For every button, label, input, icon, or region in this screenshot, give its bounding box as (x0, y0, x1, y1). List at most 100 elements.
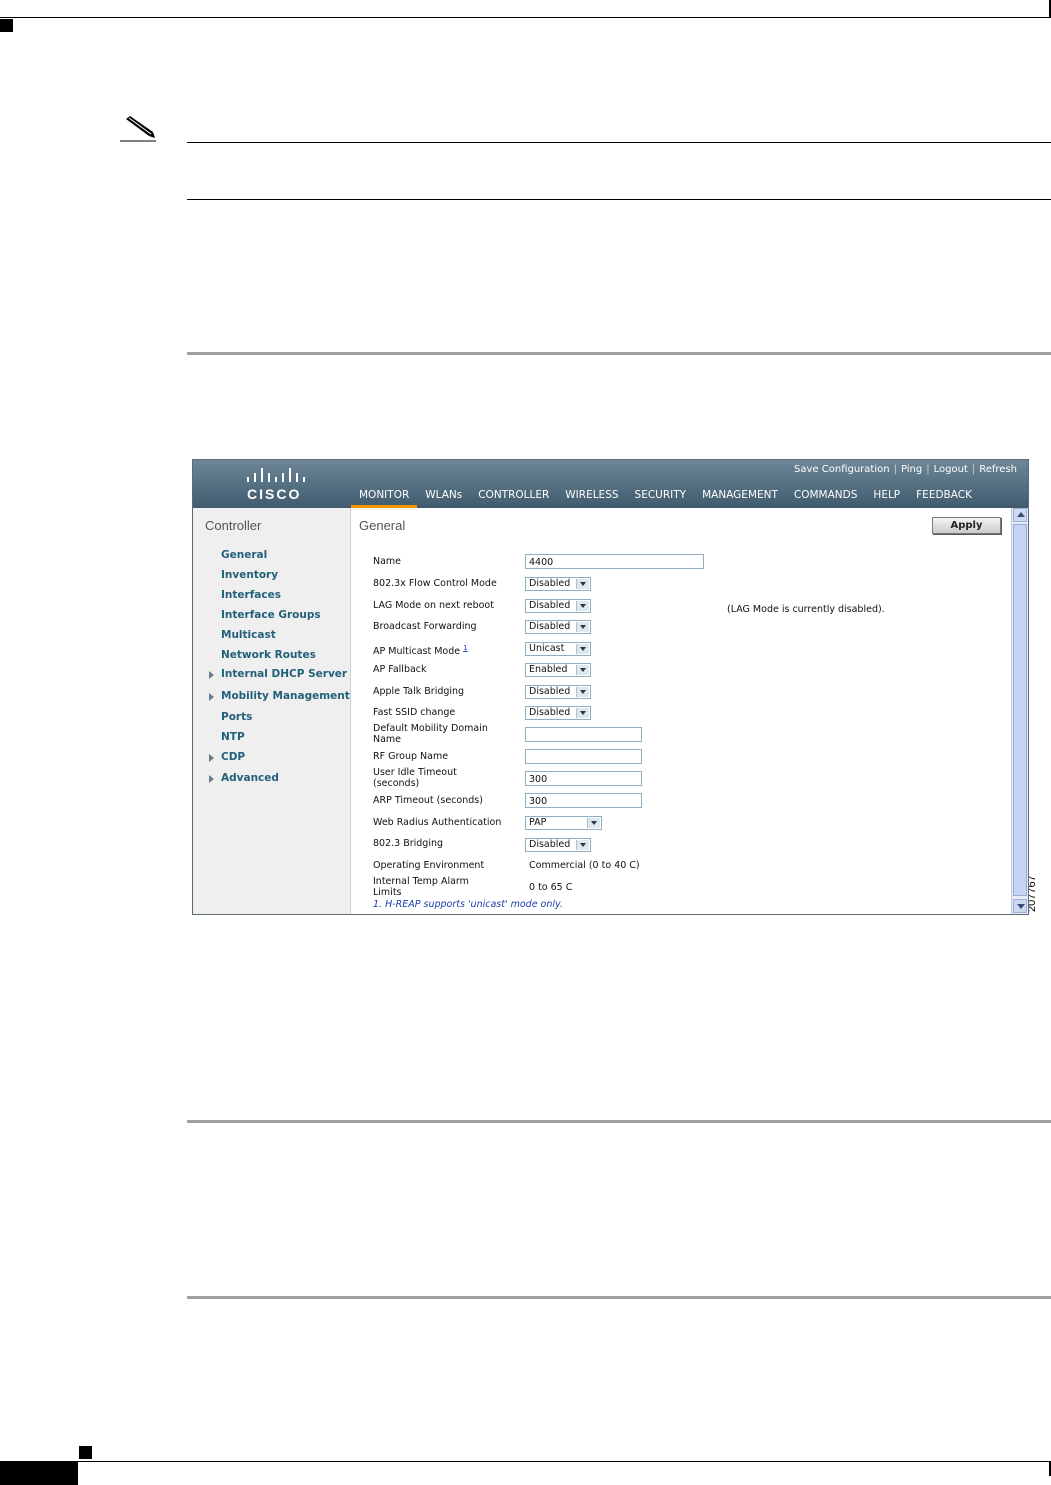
ping-link[interactable]: Ping (901, 464, 922, 475)
chevron-down-icon (576, 665, 589, 675)
sidebar-item-network-routes[interactable]: Network Routes (221, 649, 316, 661)
flow-control-select[interactable]: Disabled (525, 577, 591, 591)
apple-talk-select[interactable]: Disabled (525, 685, 591, 699)
app-header: CISCO Save Configuration | Ping | Logout | Ref… (193, 460, 1028, 508)
footnote-ref-link[interactable]: 1 (463, 644, 467, 652)
name-input[interactable]: 4400 (525, 554, 704, 569)
utility-links: Save Configuration | Ping | Logout | Refresh (794, 464, 1017, 475)
broadcast-forwarding-select[interactable]: Disabled (525, 620, 591, 634)
apply-button[interactable]: Apply (932, 517, 1001, 534)
page-corner-mark (0, 19, 13, 32)
lag-mode-select[interactable]: Disabled (525, 599, 591, 613)
operating-environment-label: Operating Environment (373, 860, 485, 871)
sidebar-title: Controller (205, 518, 262, 533)
ap-fallback-select[interactable]: Enabled (525, 663, 591, 677)
nav-controller[interactable]: CONTROLLER (470, 487, 557, 505)
chevron-down-icon (576, 601, 589, 611)
ap-multicast-select[interactable]: Unicast (525, 642, 591, 656)
sidebar: Controller General Inventory Interfaces … (193, 508, 351, 914)
lag-mode-label: LAG Mode on next reboot (373, 600, 494, 611)
page-top-rule (0, 17, 1051, 18)
idle-timeout-label: User Idle Timeout (seconds) (373, 767, 457, 789)
section-divider (187, 352, 1051, 355)
refresh-link[interactable]: Refresh (979, 464, 1017, 475)
logout-link[interactable]: Logout (934, 464, 968, 475)
sidebar-item-inventory[interactable]: Inventory (221, 569, 278, 581)
sidebar-item-mobility-management[interactable]: Mobility Management (221, 690, 350, 702)
note-bottom-rule (187, 199, 1051, 200)
expand-arrow-icon[interactable] (209, 671, 214, 679)
lag-status-note: (LAG Mode is currently disabled). (727, 604, 885, 615)
sidebar-item-general[interactable]: General (221, 549, 267, 561)
rf-group-input[interactable] (525, 749, 642, 764)
web-radius-select[interactable]: PAP (525, 816, 602, 830)
pencil-note-icon (120, 116, 156, 142)
cisco-bridge-icon (245, 468, 307, 482)
nav-feedback[interactable]: FEEDBACK (908, 487, 980, 505)
temp-alarm-label: Internal Temp Alarm Limits (373, 876, 469, 898)
mobility-domain-label: Default Mobility Domain Name (373, 723, 488, 745)
chevron-down-icon (576, 644, 589, 654)
mobility-domain-input[interactable] (525, 727, 642, 742)
section-divider (187, 1296, 1051, 1299)
rf-group-label: RF Group Name (373, 751, 449, 762)
name-label: Name (373, 556, 402, 567)
ap-multicast-label: AP Multicast Mode 1 (373, 644, 468, 658)
controller-general-screenshot: CISCO Save Configuration | Ping | Logout | Ref… (192, 459, 1029, 915)
chevron-down-icon (576, 840, 589, 850)
scroll-down-icon[interactable] (1013, 899, 1027, 913)
brand-wordmark: CISCO (247, 486, 302, 502)
scroll-up-icon[interactable] (1013, 508, 1027, 522)
operating-environment-value: Commercial (0 to 40 C) (529, 860, 640, 871)
sidebar-item-advanced[interactable]: Advanced (221, 772, 279, 784)
nav-security[interactable]: SECURITY (627, 487, 695, 505)
expand-arrow-icon[interactable] (209, 775, 214, 783)
bridging-8023-select[interactable]: Disabled (525, 838, 591, 852)
chevron-down-icon (587, 818, 600, 828)
page-title: General (359, 518, 406, 533)
expand-arrow-icon[interactable] (209, 754, 214, 762)
vertical-scrollbar[interactable] (1011, 508, 1028, 914)
sidebar-item-interfaces[interactable]: Interfaces (221, 589, 281, 601)
broadcast-forwarding-label: Broadcast Forwarding (373, 621, 477, 632)
cisco-logo: CISCO (241, 466, 311, 504)
ap-fallback-label: AP Fallback (373, 664, 427, 675)
web-radius-label: Web Radius Authentication (373, 817, 502, 828)
nav-wireless[interactable]: WIRELESS (557, 487, 626, 505)
idle-timeout-input[interactable]: 300 (525, 771, 642, 786)
nav-commands[interactable]: COMMANDS (786, 487, 866, 505)
apple-talk-label: Apple Talk Bridging (373, 686, 465, 697)
fast-ssid-select[interactable]: Disabled (525, 706, 591, 720)
page-number-block (0, 1462, 78, 1485)
sidebar-item-internal-dhcp-server[interactable]: Internal DHCP Server (221, 668, 347, 680)
chevron-down-icon (576, 687, 589, 697)
nav-wlans[interactable]: WLANs (417, 487, 470, 505)
chevron-down-icon (576, 708, 589, 718)
footnote-text: 1. H-REAP supports 'unicast' mode only. (373, 899, 563, 910)
sidebar-item-cdp[interactable]: CDP (221, 751, 245, 763)
sidebar-item-ports[interactable]: Ports (221, 711, 252, 723)
note-top-rule (187, 142, 1051, 143)
bridging-8023-label: 802.3 Bridging (373, 838, 444, 849)
chevron-down-icon (576, 622, 589, 632)
save-configuration-link[interactable]: Save Configuration (794, 464, 890, 475)
page-footer-mark (79, 1446, 92, 1459)
main-nav: MONITOR WLANs CONTROLLER WIRELESS SECURITY MA… (351, 487, 980, 508)
nav-help[interactable]: HELP (865, 487, 908, 505)
sidebar-item-multicast[interactable]: Multicast (221, 629, 276, 641)
sidebar-item-interface-groups[interactable]: Interface Groups (221, 609, 321, 621)
general-settings-panel: General Apply Name 4400 802.3x Flow Cont… (351, 508, 1011, 914)
chevron-down-icon (576, 579, 589, 589)
page-bottom-rule (0, 1461, 1051, 1462)
fast-ssid-label: Fast SSID change (373, 707, 456, 718)
expand-arrow-icon[interactable] (209, 693, 214, 701)
nav-monitor[interactable]: MONITOR (351, 487, 418, 508)
section-divider (187, 1120, 1051, 1123)
arp-timeout-label: ARP Timeout (seconds) (373, 795, 483, 806)
flow-control-label: 802.3x Flow Control Mode (373, 578, 497, 589)
arp-timeout-input[interactable]: 300 (525, 793, 642, 808)
nav-management[interactable]: MANAGEMENT (694, 487, 786, 505)
scrollbar-thumb[interactable] (1013, 524, 1027, 896)
sidebar-item-ntp[interactable]: NTP (221, 731, 245, 743)
temp-alarm-value: 0 to 65 C (529, 882, 573, 893)
